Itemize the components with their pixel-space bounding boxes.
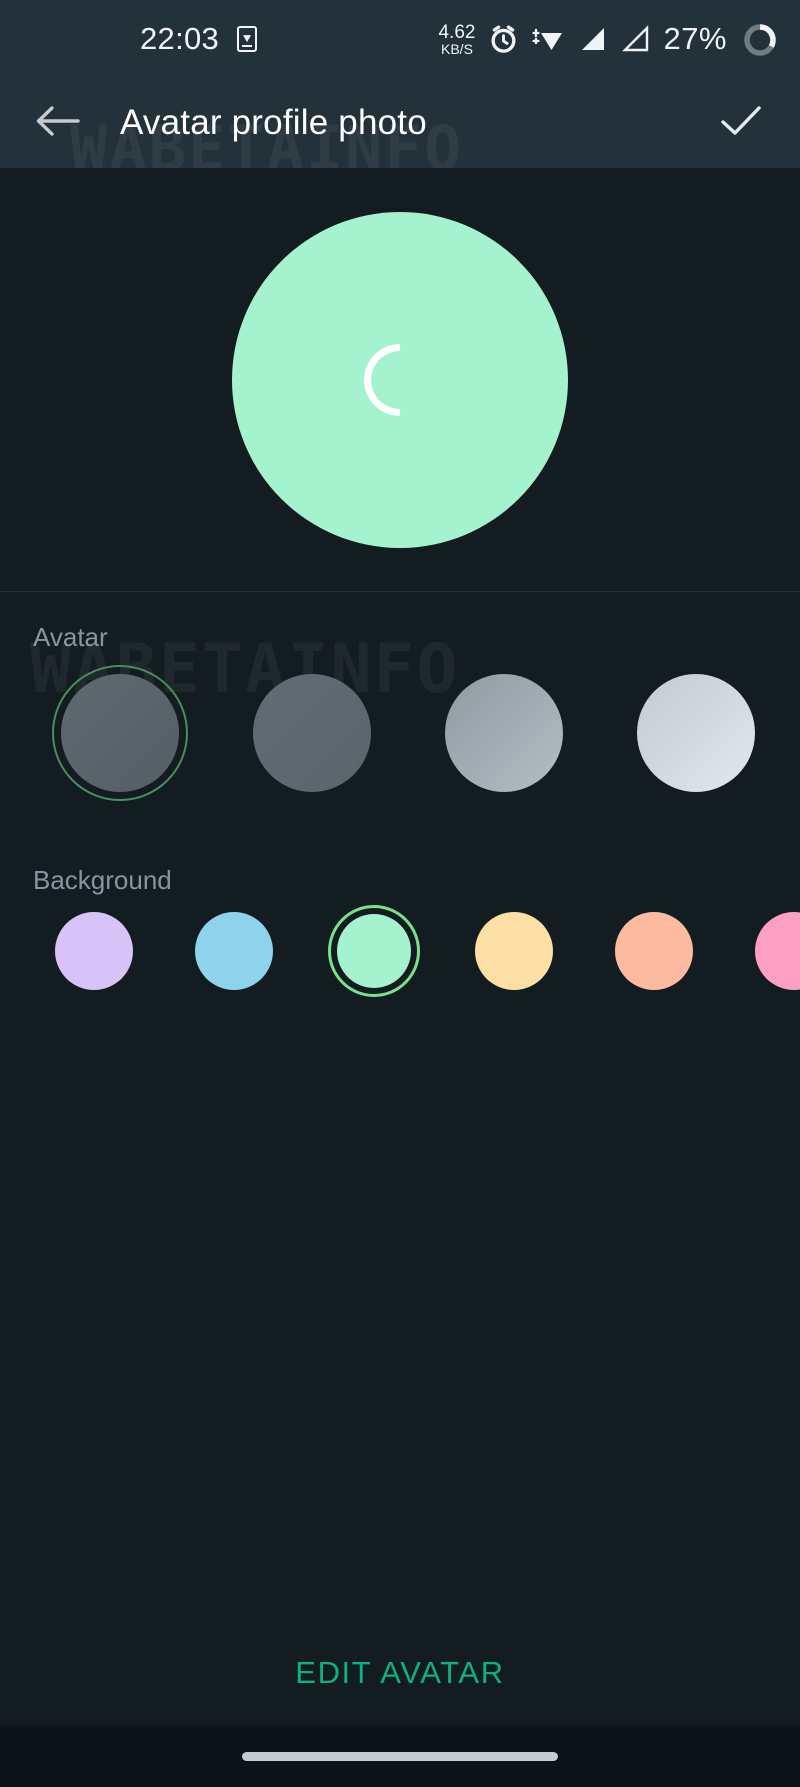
avatar-swatch-fill [61,674,179,792]
wifi-icon [532,24,564,54]
avatar-swatch-fill [637,674,755,792]
edit-avatar-button[interactable]: EDIT AVATAR [0,1636,800,1710]
status-bar-clock: 22:03 [140,21,220,56]
app-toolbar: Avatar profile photo [0,78,800,168]
page-title: Avatar profile photo [120,103,427,142]
background-color-pink[interactable] [748,905,800,997]
cellular-signal-icon [577,25,607,53]
background-color-mint-green[interactable] [328,905,420,997]
avatar-swatch-row[interactable] [0,665,800,801]
avatar-skin-tone-2[interactable] [244,665,380,801]
background-swatch-fill [475,912,553,990]
avatar-swatch-fill [445,674,563,792]
battery-percentage-label: 27% [663,21,727,56]
whatsapp-avatar-profile-photo-screen: 22:03 4.62 KB/S 27% Avatar profile photo… [0,0,800,1787]
background-color-cream-yellow[interactable] [468,905,560,997]
loading-spinner-icon [349,328,451,431]
background-swatch-fill [55,912,133,990]
cellular-signal-icon [620,25,650,53]
background-swatch-fill [337,914,411,988]
status-bar-left: 22:03 [140,21,258,57]
background-color-sky-blue[interactable] [188,905,280,997]
avatar-swatch-fill [253,674,371,792]
network-speed-unit: KB/S [441,40,473,57]
back-arrow-icon [34,103,80,144]
avatar-preview-circle[interactable] [232,211,568,548]
network-speed-indicator: 4.62 KB/S [438,23,475,56]
avatar-section-label: Avatar [33,622,108,652]
checkmark-icon [718,103,764,144]
background-color-salmon[interactable] [608,905,700,997]
back-button[interactable] [30,96,84,150]
background-swatch-fill [755,912,800,990]
screen-cast-icon [237,26,258,52]
system-navigation-bar [0,1725,800,1787]
background-section-label: Background [33,865,172,895]
network-speed-value: 4.62 [438,21,476,43]
background-swatch-fill [615,912,693,990]
background-swatch-row[interactable] [0,905,800,997]
avatar-preview-area [0,168,800,592]
battery-ring-icon [740,20,778,58]
background-swatch-fill [195,912,273,990]
avatar-skin-tone-4[interactable] [628,665,764,801]
background-color-lavender[interactable] [48,905,140,997]
status-bar: 22:03 4.62 KB/S 27% [0,0,800,78]
home-gesture-pill[interactable] [242,1751,558,1761]
status-bar-right: 4.62 KB/S 27% [438,20,778,58]
avatar-skin-tone-3[interactable] [436,665,572,801]
alarm-clock-icon [488,24,519,55]
avatar-skin-tone-1[interactable] [52,665,188,801]
confirm-button[interactable] [714,96,768,150]
